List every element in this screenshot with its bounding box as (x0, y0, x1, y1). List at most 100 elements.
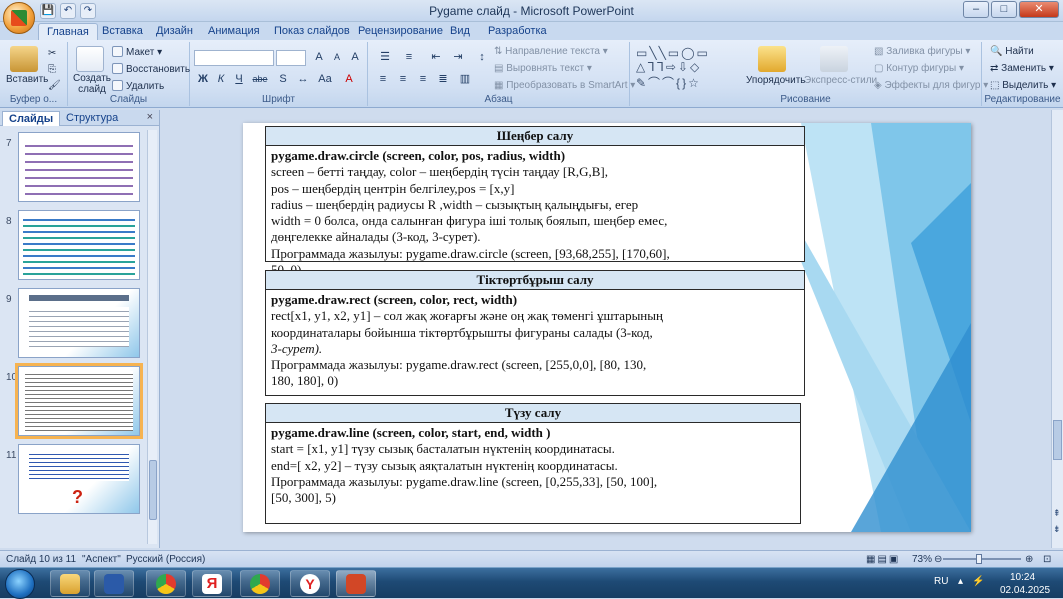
spacing-icon[interactable]: ↔ (294, 72, 312, 88)
tab-view[interactable]: Вид (442, 23, 478, 40)
slide-canvas[interactable]: Шеңбер салу pygame.draw.circle (screen, … (243, 123, 971, 532)
taskbar-chrome-2[interactable] (240, 570, 280, 597)
select-button[interactable]: ⬚ Выделить ▾ (990, 80, 1056, 91)
maximize-button[interactable]: □ (991, 1, 1017, 18)
underline-button[interactable]: Ч (230, 72, 248, 88)
paste-icon[interactable] (10, 46, 38, 72)
tab-review[interactable]: Рецензирование (350, 23, 451, 40)
tab-slideshow[interactable]: Показ слайдов (266, 23, 358, 40)
clock-time[interactable]: 10:24 (1010, 572, 1035, 583)
replace-button[interactable]: ⇄ Заменить ▾ (990, 63, 1054, 74)
arrange-icon[interactable] (758, 46, 786, 72)
italic-button[interactable]: К (212, 72, 230, 88)
close-button[interactable]: ✕ (1019, 1, 1059, 18)
minimize-button[interactable]: – (963, 1, 989, 18)
font-family-combo[interactable] (194, 50, 274, 66)
clear-format-button[interactable]: A (346, 50, 364, 66)
rect-line-3: координаталары бойынша тіктөртбұрышты фи… (271, 324, 653, 340)
shape-outline-button[interactable]: ▢ Контур фигуры ▾ (874, 63, 964, 74)
strikethrough-button[interactable]: abe (248, 72, 272, 88)
taskbar-chrome[interactable] (146, 570, 186, 597)
start-button[interactable] (5, 569, 35, 599)
shape-fill-button[interactable]: ▧ Заливка фигуры ▾ (874, 46, 970, 57)
taskbar-yandex[interactable]: Y (290, 570, 330, 597)
numbering-icon[interactable]: ≡ (398, 50, 420, 66)
shadow-icon[interactable]: S (274, 72, 292, 88)
vertical-scrollbar[interactable]: ⇞ ⇟ (1051, 110, 1063, 548)
taskbar-explorer[interactable] (50, 570, 90, 597)
next-slide-icon[interactable]: ⇟ (1053, 524, 1061, 535)
shape-effects-button[interactable]: ◈ Эффекты для фигур ▾ (874, 80, 988, 91)
font-color-icon[interactable]: A (340, 72, 358, 88)
justify-icon[interactable]: ≣ (434, 72, 452, 88)
slide-thumbnail-10[interactable] (15, 363, 143, 439)
slide-thumbnail-8[interactable] (18, 210, 140, 280)
align-left-icon[interactable]: ≡ (374, 72, 392, 88)
fit-window-icon[interactable]: ⊡ (1043, 554, 1051, 565)
paste-button[interactable]: Вставить (6, 74, 48, 85)
tab-insert[interactable]: Вставка (94, 23, 151, 40)
new-slide-icon[interactable] (76, 46, 104, 72)
taskbar-yandex-browser[interactable]: Я (192, 570, 232, 597)
slide-number: 10 (6, 372, 18, 383)
align-text-button[interactable]: ▤ Выровнять текст ▾ (494, 63, 592, 74)
taskbar-powerpoint[interactable] (336, 570, 376, 597)
network-icon[interactable]: ⚡ (972, 576, 984, 587)
zoom-level[interactable]: 73% (912, 554, 932, 565)
prev-slide-icon[interactable]: ⇞ (1053, 508, 1061, 519)
line-spacing-icon[interactable]: ↕ (472, 50, 492, 66)
view-buttons[interactable]: ▦▤▣ (866, 554, 900, 565)
shapes-gallery[interactable]: ▭╲╲▭◯▭ △ᒣᒣ⇨⇩◇ ✎⌒⌒{}☆ (636, 46, 710, 91)
columns-icon[interactable]: ▥ (456, 72, 474, 88)
shrink-font-button[interactable]: A (328, 50, 346, 66)
circle-section-header: Шеңбер салу (266, 127, 804, 146)
grow-font-button[interactable]: A (310, 50, 328, 66)
tray-arrow-icon[interactable]: ▴ (958, 576, 963, 587)
office-logo-icon (11, 10, 27, 26)
text-direction-button[interactable]: ⇅ Направление текста ▾ (494, 46, 608, 57)
quick-styles-icon[interactable] (820, 46, 848, 72)
zoom-slider[interactable] (943, 554, 1021, 564)
reset-icon (112, 63, 123, 74)
panel-scrollbar[interactable] (147, 130, 157, 544)
find-button[interactable]: 🔍 Найти (990, 46, 1034, 57)
taskbar-word[interactable] (94, 570, 134, 597)
align-right-icon[interactable]: ≡ (414, 72, 432, 88)
scroll-thumb[interactable] (1053, 420, 1062, 460)
copy-icon[interactable]: ⎘ (48, 64, 56, 75)
delete-slide-button[interactable]: Удалить (112, 80, 164, 92)
tab-outline[interactable]: Структура (60, 111, 124, 125)
language-indicator[interactable]: Русский (Россия) (126, 554, 205, 565)
tab-slides[interactable]: Слайды (2, 111, 61, 126)
font-size-combo[interactable] (276, 50, 306, 66)
office-button[interactable] (3, 2, 35, 34)
zoom-out-icon[interactable]: ⊖ (934, 554, 942, 565)
reset-button[interactable]: Восстановить (112, 63, 190, 75)
close-panel-icon[interactable]: × (147, 111, 153, 123)
cut-icon[interactable]: ✂ (48, 48, 56, 59)
decrease-indent-icon[interactable]: ⇤ (426, 50, 446, 66)
case-icon[interactable]: Аа (316, 72, 334, 88)
align-center-icon[interactable]: ≡ (394, 72, 412, 88)
folder-icon (60, 573, 80, 594)
clock-date[interactable]: 02.04.2025 (1000, 585, 1050, 596)
arrange-button[interactable]: Упорядочить (746, 75, 806, 86)
tab-home[interactable]: Главная (38, 23, 98, 40)
layout-button[interactable]: Макет ▾ (112, 46, 162, 58)
convert-smartart-button[interactable]: ▦ Преобразовать в SmartArt ▾ (494, 80, 635, 91)
window-title: Pygame слайд - Microsoft PowerPoint (429, 4, 634, 18)
bullets-icon[interactable]: ☰ (374, 50, 396, 66)
tab-design[interactable]: Дизайн (148, 23, 201, 40)
tab-animation[interactable]: Анимация (200, 23, 268, 40)
slide-thumbnail-9[interactable] (18, 288, 140, 358)
increase-indent-icon[interactable]: ⇥ (448, 50, 468, 66)
quick-styles-button[interactable]: Экспресс-стили (804, 75, 877, 86)
format-painter-icon[interactable]: 🖌 (48, 80, 61, 91)
input-language[interactable]: RU (934, 576, 948, 587)
zoom-in-icon[interactable]: ⊕ (1025, 554, 1033, 565)
bold-button[interactable]: Ж (194, 72, 212, 88)
tab-developer[interactable]: Разработка (480, 23, 555, 40)
slide-thumbnail-11[interactable]: ? (18, 444, 140, 514)
new-slide-button[interactable]: Создать слайд (72, 73, 112, 95)
slide-thumbnail-7[interactable] (18, 132, 140, 202)
